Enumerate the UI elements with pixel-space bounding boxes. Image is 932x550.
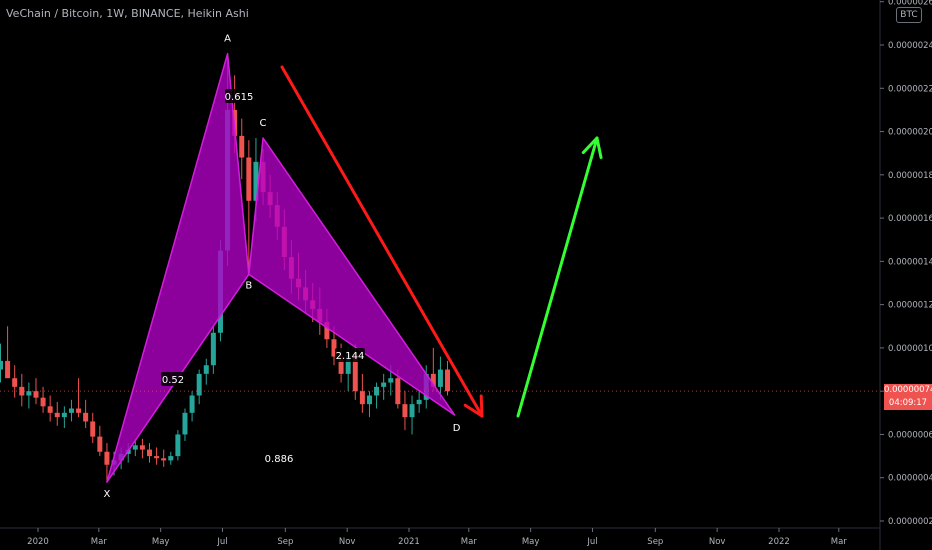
candle-body — [445, 369, 451, 392]
candle-body — [203, 365, 209, 374]
y-tick-label: 0.00000040 — [888, 474, 932, 484]
ratio-label-cd: 2.144 — [336, 351, 365, 362]
bar-countdown-tag: 04:09:17 — [884, 397, 932, 411]
candle-body — [104, 451, 110, 465]
candle-body — [381, 382, 387, 387]
candle-body — [175, 434, 181, 457]
x-tick-label: Sep — [277, 537, 293, 547]
candle-body — [246, 157, 252, 201]
candle-body — [437, 369, 443, 387]
y-tick-label: 0.00000160 — [888, 214, 932, 224]
axis-unit-badge[interactable]: BTC — [896, 7, 922, 23]
candle-body — [132, 445, 138, 450]
ratio-label-xd: 0.886 — [265, 454, 294, 465]
candle-body — [154, 456, 160, 459]
chart-canvas[interactable]: XABCD0.6150.522.1440.886 0.000000200.000… — [0, 0, 932, 550]
candle-body — [402, 404, 408, 418]
candle-body — [61, 412, 67, 418]
candle-body — [83, 412, 89, 422]
pattern-triangle-bcd — [248, 137, 456, 416]
candle-body — [161, 458, 167, 461]
candle-body — [26, 391, 32, 396]
point-label-x: X — [103, 489, 110, 500]
y-tick-label: 0.00000220 — [888, 84, 932, 94]
x-tick-label: Jul — [216, 537, 227, 547]
point-label-d: D — [453, 423, 461, 434]
ratio-label-xb: 0.52 — [162, 375, 184, 386]
candle-body — [76, 408, 82, 413]
x-tick-label: Nov — [709, 537, 726, 547]
y-tick-label: 0.00000020 — [888, 517, 932, 527]
candle-body — [388, 378, 394, 383]
candle-body — [366, 395, 372, 405]
point-label-b: B — [245, 280, 252, 291]
x-tick-label: 2022 — [768, 537, 790, 547]
point-label-c: C — [260, 118, 267, 129]
bull-arrow-shaft — [516, 136, 599, 418]
candle-body — [182, 412, 188, 435]
y-tick-label: 0.00000240 — [888, 41, 932, 51]
x-tick-label: Nov — [339, 537, 356, 547]
candle-body — [168, 456, 174, 461]
candle-body — [239, 135, 245, 158]
x-tick-label: Sep — [647, 537, 663, 547]
candle-body — [90, 421, 96, 437]
harmonic-pattern — [106, 52, 456, 483]
candle-body — [12, 378, 18, 387]
x-tick-label: May — [152, 537, 170, 547]
candle-body — [0, 360, 3, 370]
candle-body — [147, 449, 153, 457]
candle-body — [54, 412, 60, 418]
y-tick-label: 0.00000140 — [888, 257, 932, 267]
x-tick-label: Jul — [586, 537, 597, 547]
price-axis[interactable]: 0.000000200.000000400.000000600.00000080… — [0, 0, 932, 550]
x-tick-label: Mar — [461, 537, 478, 547]
candle-body — [189, 395, 195, 413]
candle-body — [40, 397, 46, 407]
y-tick-label: 0.00000180 — [888, 171, 932, 181]
current-price-tag: 0.00000074 — [884, 384, 932, 398]
candle-body — [210, 332, 216, 366]
candle-body — [416, 399, 422, 405]
y-tick-label: 0.00000100 — [888, 344, 932, 354]
candle-body — [139, 445, 145, 450]
candle-body — [68, 408, 74, 413]
x-tick-label: 2021 — [398, 537, 420, 547]
candle-body — [47, 406, 53, 413]
candle-body — [359, 391, 365, 405]
x-tick-label: May — [522, 537, 540, 547]
point-label-a: A — [224, 34, 231, 45]
candle-body — [5, 360, 11, 379]
symbol-title: VeChain / Bitcoin, 1W, BINANCE, Heikin A… — [6, 7, 249, 20]
y-tick-label: 0.00000060 — [888, 430, 932, 440]
pattern-triangle-xab — [106, 52, 250, 483]
y-tick-label: 0.00000120 — [888, 301, 932, 311]
candle-body — [196, 373, 202, 396]
x-tick-label: Mar — [91, 537, 108, 547]
ratio-label-ab: 0.615 — [225, 92, 254, 103]
candle-body — [33, 391, 39, 398]
y-tick-label: 0.00000200 — [888, 128, 932, 138]
candle-body — [409, 404, 415, 418]
x-tick-label: Mar — [831, 537, 848, 547]
x-tick-label: 2020 — [27, 537, 49, 547]
candle-body — [97, 436, 103, 452]
time-axis[interactable]: 2020 Mar May Jul Sep Nov 2021 Mar May Jul Sep Nov 20… — [0, 527, 880, 547]
